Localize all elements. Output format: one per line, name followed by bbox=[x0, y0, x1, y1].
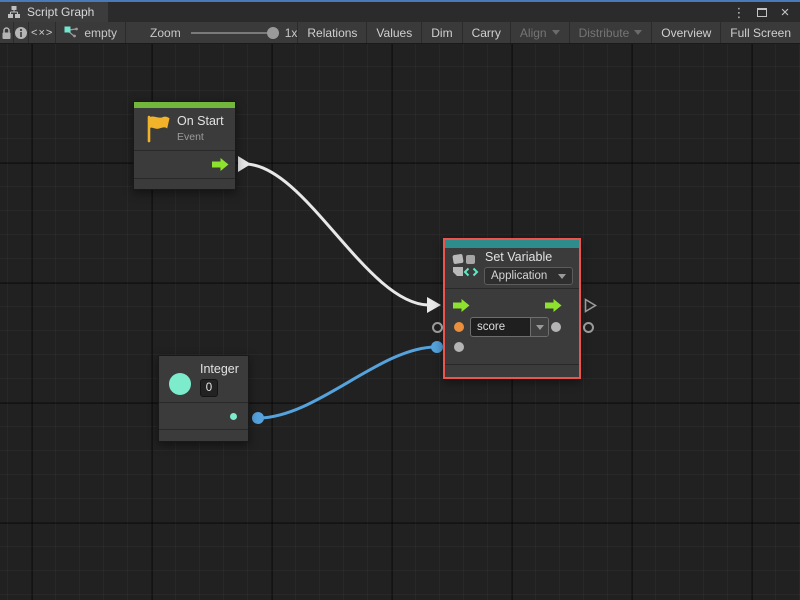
zoom-slider-handle[interactable] bbox=[267, 27, 279, 39]
toolbar-button-relations[interactable]: Relations bbox=[298, 22, 367, 43]
graph-hierarchy-icon bbox=[7, 5, 21, 19]
variable-name-port[interactable] bbox=[454, 322, 464, 332]
lock-button[interactable] bbox=[0, 22, 14, 43]
flag-icon bbox=[142, 113, 172, 143]
wire-onstart-to-setvariable[interactable] bbox=[246, 164, 428, 305]
toolbar-button-dim[interactable]: Dim bbox=[422, 22, 462, 43]
tab-script-graph[interactable]: Script Graph bbox=[0, 2, 108, 22]
node-footer bbox=[159, 429, 248, 440]
kebab-menu-icon: ⋮ bbox=[733, 6, 746, 19]
scope-label: Application bbox=[491, 270, 547, 282]
toolbar-button-distribute[interactable]: Distribute bbox=[570, 22, 653, 43]
toolbar-button-align[interactable]: Align bbox=[511, 22, 570, 43]
wire-integer-to-setvariable[interactable] bbox=[258, 347, 436, 418]
graph-state-label: empty bbox=[84, 26, 117, 40]
button-label: Carry bbox=[472, 26, 501, 40]
node-set-variable[interactable]: Set Variable Application score bbox=[443, 238, 581, 379]
flow-output-port-onstart[interactable] bbox=[238, 156, 251, 172]
wire-endpoint-setvariable[interactable] bbox=[431, 341, 443, 353]
wire-arrowhead-icon bbox=[427, 297, 441, 313]
window-controls: ⋮ × bbox=[732, 2, 800, 22]
toolbar-button-carry[interactable]: Carry bbox=[463, 22, 511, 43]
variables-icon bbox=[451, 252, 479, 279]
graph-canvas[interactable]: On Start Event Set Varia bbox=[0, 44, 800, 600]
info-icon bbox=[14, 26, 28, 40]
node-title: On Start bbox=[177, 114, 224, 128]
set-variable-header: Set Variable Application bbox=[445, 248, 579, 288]
graph-toolbar: <×> empty Zoom 1x Relations Values Dim C… bbox=[0, 22, 800, 44]
toolbar-button-overview[interactable]: Overview bbox=[652, 22, 721, 43]
chevron-down-icon bbox=[552, 30, 560, 35]
window-maximize-button[interactable] bbox=[755, 4, 769, 20]
unconnected-input-port[interactable] bbox=[432, 322, 443, 333]
node-on-start[interactable]: On Start Event bbox=[133, 101, 236, 190]
button-label: Full Screen bbox=[730, 26, 791, 40]
integer-ports bbox=[159, 402, 248, 429]
code-preview-button[interactable]: <×> bbox=[29, 22, 56, 43]
graph-state-indicator[interactable]: empty bbox=[56, 22, 126, 43]
fallback-input-port[interactable] bbox=[454, 342, 464, 352]
toolbar-button-values[interactable]: Values bbox=[367, 22, 422, 43]
node-title: Integer bbox=[200, 362, 239, 376]
info-button[interactable] bbox=[14, 22, 29, 43]
combo-arrow-button[interactable] bbox=[530, 318, 548, 336]
zoom-label: Zoom bbox=[150, 26, 181, 40]
chevron-down-icon bbox=[558, 274, 566, 279]
window-focus-line bbox=[0, 0, 800, 2]
node-footer bbox=[134, 178, 235, 188]
variable-name-value: score bbox=[471, 318, 530, 336]
button-label: Values bbox=[376, 26, 412, 40]
lock-icon bbox=[0, 26, 13, 40]
chevron-down-icon bbox=[536, 325, 544, 330]
unconnected-flow-out-port[interactable] bbox=[584, 298, 597, 313]
button-label: Distribute bbox=[579, 26, 630, 40]
node-subtitle: Event bbox=[177, 131, 204, 143]
integer-circle-icon bbox=[169, 373, 191, 395]
zoom-slider[interactable] bbox=[191, 32, 279, 34]
code-icon: <×> bbox=[31, 27, 53, 39]
zoom-value: 1x bbox=[285, 26, 298, 40]
script-graph-window: Script Graph ⋮ × <×> bbox=[0, 0, 800, 600]
flow-out-arrow-icon[interactable] bbox=[212, 158, 229, 171]
zoom-control: Zoom 1x bbox=[126, 22, 298, 43]
flow-in-arrow-icon[interactable] bbox=[453, 299, 470, 312]
node-title: Set Variable bbox=[485, 250, 552, 264]
button-label: Align bbox=[520, 26, 547, 40]
wire-endpoint-integer[interactable] bbox=[252, 412, 264, 424]
value-output-port[interactable] bbox=[551, 322, 561, 332]
unconnected-output-port[interactable] bbox=[583, 322, 594, 333]
variable-header-bar bbox=[445, 240, 579, 248]
on-start-header: On Start Event bbox=[134, 108, 235, 150]
on-start-ports bbox=[134, 150, 235, 178]
set-variable-ports: score bbox=[445, 288, 579, 364]
tab-title: Script Graph bbox=[27, 5, 94, 19]
variable-name-combo[interactable]: score bbox=[470, 317, 549, 337]
integer-header: Integer 0 bbox=[159, 356, 248, 402]
button-label: Relations bbox=[307, 26, 357, 40]
titlebar: Script Graph ⋮ × bbox=[0, 2, 800, 22]
chevron-down-icon bbox=[634, 30, 642, 35]
button-label: Overview bbox=[661, 26, 711, 40]
graph-pointer-icon bbox=[64, 26, 79, 39]
connection-layer bbox=[0, 44, 800, 600]
toolbar-button-fullscreen[interactable]: Full Screen bbox=[721, 22, 800, 43]
maximize-icon bbox=[757, 8, 767, 17]
close-icon: × bbox=[781, 5, 790, 20]
node-integer[interactable]: Integer 0 bbox=[158, 355, 249, 442]
variable-scope-dropdown[interactable]: Application bbox=[484, 267, 573, 285]
window-close-button[interactable]: × bbox=[778, 4, 792, 20]
flow-out-arrow-icon[interactable] bbox=[545, 299, 562, 312]
window-menu-button[interactable]: ⋮ bbox=[732, 4, 746, 20]
node-footer bbox=[445, 364, 579, 375]
button-label: Dim bbox=[431, 26, 452, 40]
integer-value-field[interactable]: 0 bbox=[200, 379, 218, 397]
integer-output-port[interactable] bbox=[230, 413, 237, 420]
